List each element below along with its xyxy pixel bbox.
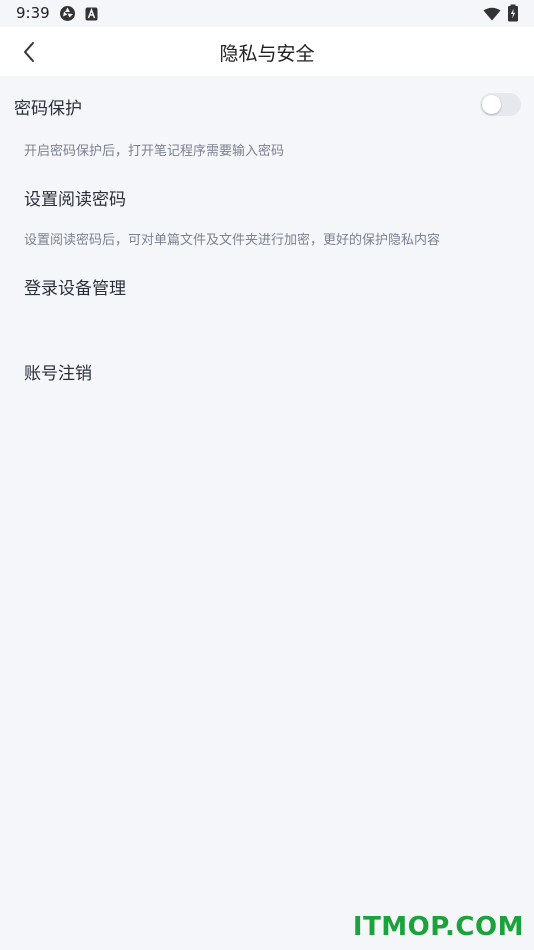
toggle-knob: [482, 95, 501, 114]
header-bar: 隐私与安全: [0, 27, 534, 76]
device-management-item[interactable]: 登录设备管理: [24, 274, 126, 299]
status-time: 9:39: [16, 4, 50, 22]
password-protection-title: 密码保护: [14, 99, 82, 119]
aperture-icon: [59, 5, 76, 26]
reading-password-item[interactable]: 设置阅读密码: [24, 185, 126, 210]
battery-icon: [507, 4, 519, 26]
watermark-logo: ITMOP.COM: [352, 912, 524, 942]
page-title: 隐私与安全: [219, 43, 315, 65]
password-protection-toggle[interactable]: [480, 93, 521, 116]
wifi-icon: [483, 6, 501, 25]
status-bar: 9:39: [0, 0, 534, 27]
password-protection-description: 开启密码保护后，打开笔记程序需要输入密码: [24, 144, 285, 159]
account-cancel-item[interactable]: 账号注销: [24, 359, 92, 384]
a-badge-icon: [85, 6, 98, 25]
reading-password-description: 设置阅读密码后，可对单篇文件及文件夹进行加密，更好的保护隐私内容: [24, 233, 441, 248]
